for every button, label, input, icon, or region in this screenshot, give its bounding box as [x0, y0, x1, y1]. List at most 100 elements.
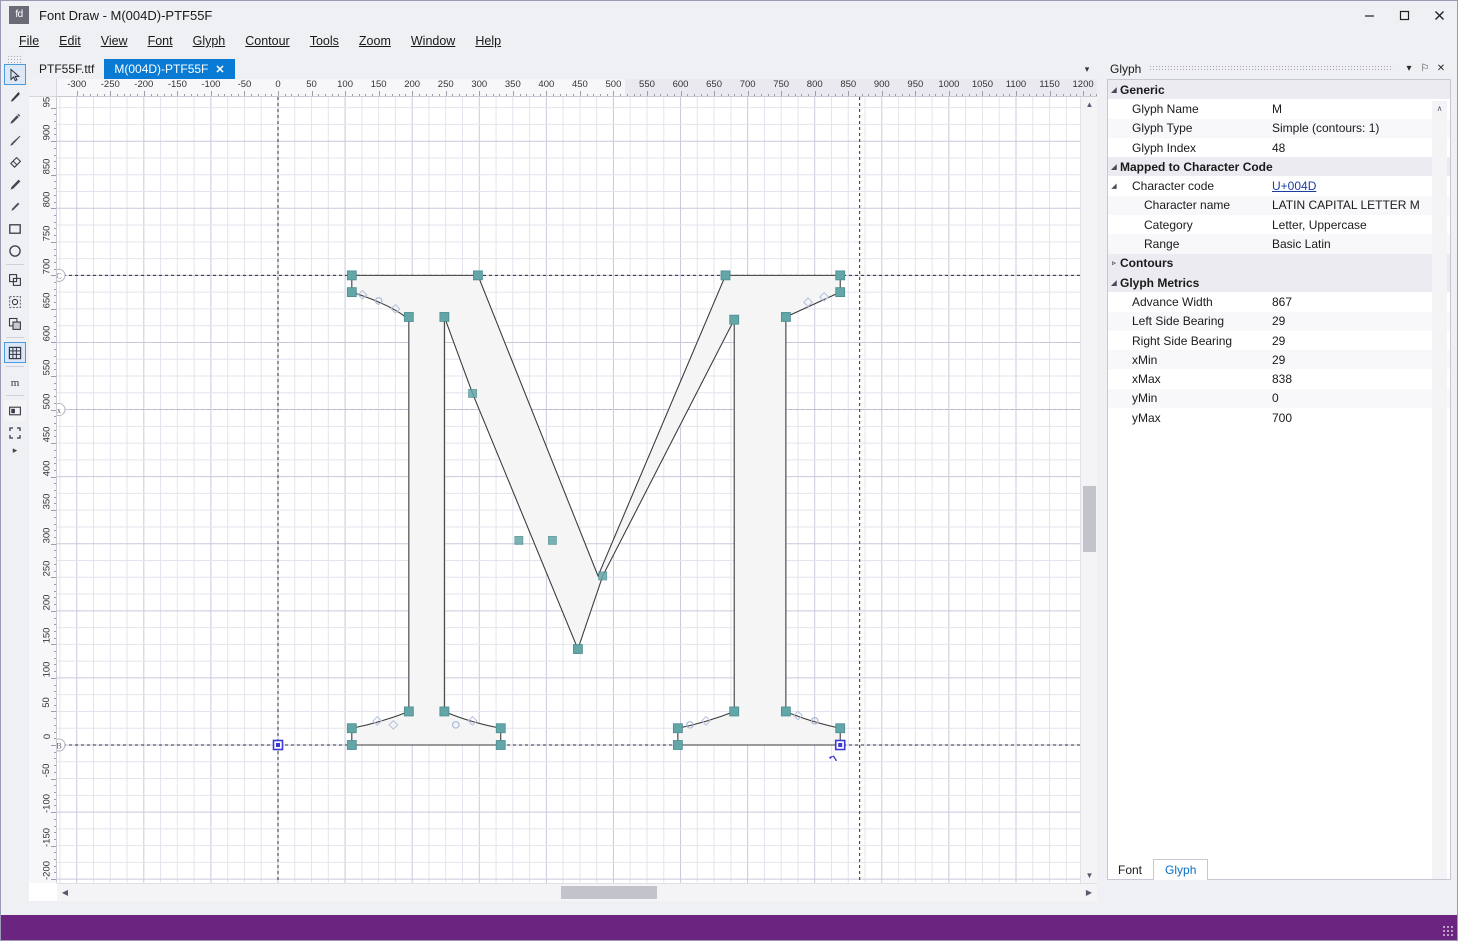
menu-view[interactable]: View	[91, 31, 138, 51]
dock-pin-icon[interactable]: ⚐	[1417, 61, 1433, 77]
union-shapes-tool-button[interactable]	[4, 269, 26, 290]
dock-drag-grip[interactable]	[1149, 65, 1393, 72]
property-grid[interactable]: ◢ Generic Glyph Name M Glyph Type Simple (con…	[1107, 79, 1451, 880]
property-row[interactable]: xMax 838	[1108, 369, 1450, 388]
brush-tool-button[interactable]	[4, 130, 26, 151]
toolbar-overflow-button[interactable]: ▸	[4, 445, 26, 456]
outline-handle-node[interactable]	[514, 535, 524, 545]
canvas-horizontal-scrollbar[interactable]: ◀ ▶	[57, 883, 1097, 901]
tab-close-icon[interactable]: ✕	[215, 63, 224, 76]
dock-tab-font[interactable]: Font	[1107, 860, 1153, 880]
menu-file[interactable]: File	[9, 31, 49, 51]
ellipse-tool-button[interactable]	[4, 240, 26, 261]
group-expander-icon[interactable]: ◢	[1108, 163, 1120, 171]
edit-pencil-tool-button[interactable]	[4, 196, 26, 217]
outline-node[interactable]	[835, 723, 846, 734]
menu-tools[interactable]: Tools	[300, 31, 349, 51]
outline-handle-node[interactable]	[598, 571, 608, 581]
property-row[interactable]: xMin 29	[1108, 350, 1450, 370]
property-row[interactable]: Glyph Index 48	[1108, 138, 1450, 157]
outline-node[interactable]	[403, 312, 414, 322]
outline-node[interactable]	[672, 723, 683, 734]
property-grid-scrollbar[interactable]: ∧ ∨	[1432, 101, 1447, 879]
outline-node[interactable]	[439, 312, 450, 322]
property-value[interactable]: U+004D	[1272, 179, 1450, 193]
vertical-ruler[interactable]: 950 900 850 800 750 700 650 600 550 500 450 400 350 3…	[29, 97, 57, 883]
toolbar-drag-grip[interactable]	[7, 55, 23, 63]
property-group-header[interactable]: ◢ Glyph Metrics	[1108, 272, 1450, 293]
tab-m-004d-ptf55f[interactable]: M(004D)-PTF55F ✕	[104, 59, 235, 79]
outline-node[interactable]	[672, 740, 683, 750]
outline-handle-node[interactable]	[547, 535, 557, 545]
close-button[interactable]	[1422, 1, 1457, 29]
duplicate-shapes-tool-button[interactable]	[4, 313, 26, 334]
horizontal-scroll-thumb[interactable]	[561, 886, 657, 899]
property-row[interactable]: Character name LATIN CAPITAL LETTER M	[1108, 195, 1450, 216]
outline-node[interactable]	[495, 740, 506, 750]
property-row[interactable]: Range Basic Latin	[1108, 234, 1450, 254]
outline-node[interactable]	[780, 706, 791, 717]
dock-menu-icon[interactable]: ▾	[1401, 61, 1417, 77]
outline-node[interactable]	[780, 312, 791, 322]
prop-scroll-up-button[interactable]: ∧	[1432, 101, 1447, 115]
group-expander-icon[interactable]: ◢	[1108, 279, 1120, 287]
property-row[interactable]: Left Side Bearing 29	[1108, 311, 1450, 331]
pointer-tool-button[interactable]	[4, 64, 26, 85]
property-row[interactable]: ◢ Character code U+004D	[1108, 176, 1450, 195]
metrics-tool-button[interactable]: m	[4, 371, 26, 392]
outline-node[interactable]	[720, 270, 731, 281]
outline-node[interactable]	[439, 706, 450, 717]
group-expander-icon[interactable]: ◢	[1108, 86, 1120, 94]
glyph-editor-canvas[interactable]: -300 -250 -200 -150 -100 -50 0 50 100 150 200 250 30…	[29, 79, 1097, 901]
outline-node[interactable]	[346, 723, 357, 734]
property-row[interactable]: Advance Width 867	[1108, 292, 1450, 311]
menu-glyph[interactable]: Glyph	[183, 31, 236, 51]
select-region-tool-button[interactable]	[4, 291, 26, 312]
property-group-header[interactable]: ▹ Contours	[1108, 253, 1450, 273]
property-row[interactable]: yMax 700	[1108, 408, 1450, 427]
vertical-scroll-thumb[interactable]	[1083, 486, 1096, 552]
property-group-header[interactable]: ◢ Mapped to Character Code	[1108, 157, 1450, 177]
menu-help[interactable]: Help	[465, 31, 511, 51]
outline-node[interactable]	[346, 287, 357, 298]
row-expander-icon[interactable]: ◢	[1108, 182, 1120, 190]
rectangle-tool-button[interactable]	[4, 218, 26, 239]
menu-contour[interactable]: Contour	[235, 31, 299, 51]
scroll-up-button[interactable]: ▲	[1081, 97, 1098, 112]
property-row[interactable]: Glyph Type Simple (contours: 1)	[1108, 118, 1450, 138]
dock-close-icon[interactable]: ✕	[1433, 61, 1449, 77]
canvas-vertical-scrollbar[interactable]: ▲ ▼	[1080, 97, 1097, 883]
outline-node[interactable]	[495, 723, 506, 734]
property-row[interactable]: yMin 0	[1108, 388, 1450, 409]
outline-node[interactable]	[729, 314, 740, 325]
menu-window[interactable]: Window	[401, 31, 465, 51]
outline-node[interactable]	[835, 287, 846, 298]
glyph-outline-drawing[interactable]: CxB	[57, 97, 1097, 883]
tab-ptf55f-ttf[interactable]: PTF55F.ttf	[29, 59, 105, 79]
eraser-tool-button[interactable]	[4, 152, 26, 173]
outline-node[interactable]	[346, 270, 357, 281]
menu-zoom[interactable]: Zoom	[349, 31, 401, 51]
marker-tool-button[interactable]	[4, 174, 26, 195]
resize-grip-icon[interactable]	[1442, 925, 1454, 937]
pen-tool-button[interactable]	[4, 86, 26, 107]
outline-node[interactable]	[346, 740, 357, 750]
outline-node[interactable]	[835, 270, 846, 281]
group-expander-icon[interactable]: ▹	[1108, 259, 1120, 267]
property-group-header[interactable]: ◢ Generic	[1108, 80, 1450, 100]
minimize-button[interactable]	[1352, 1, 1387, 29]
tab-overflow-icon[interactable]: ▾	[1077, 59, 1097, 79]
outline-node[interactable]	[572, 644, 583, 654]
horizontal-ruler[interactable]: -300 -250 -200 -150 -100 -50 0 50 100 150 200 250 30…	[57, 79, 1097, 97]
menu-font[interactable]: Font	[138, 31, 183, 51]
outline-node[interactable]	[729, 706, 740, 717]
glyph-plot-surface[interactable]: CxB	[57, 97, 1097, 883]
property-row[interactable]: Category Letter, Uppercase	[1108, 215, 1450, 234]
outline-node[interactable]	[403, 706, 414, 717]
sidebearing-tool-button[interactable]	[4, 400, 26, 421]
maximize-button[interactable]	[1387, 1, 1422, 29]
pencil-tool-button[interactable]	[4, 108, 26, 129]
scroll-left-button[interactable]: ◀	[57, 884, 73, 901]
scroll-down-button[interactable]: ▼	[1081, 868, 1098, 883]
outline-handle-node[interactable]	[468, 389, 477, 398]
